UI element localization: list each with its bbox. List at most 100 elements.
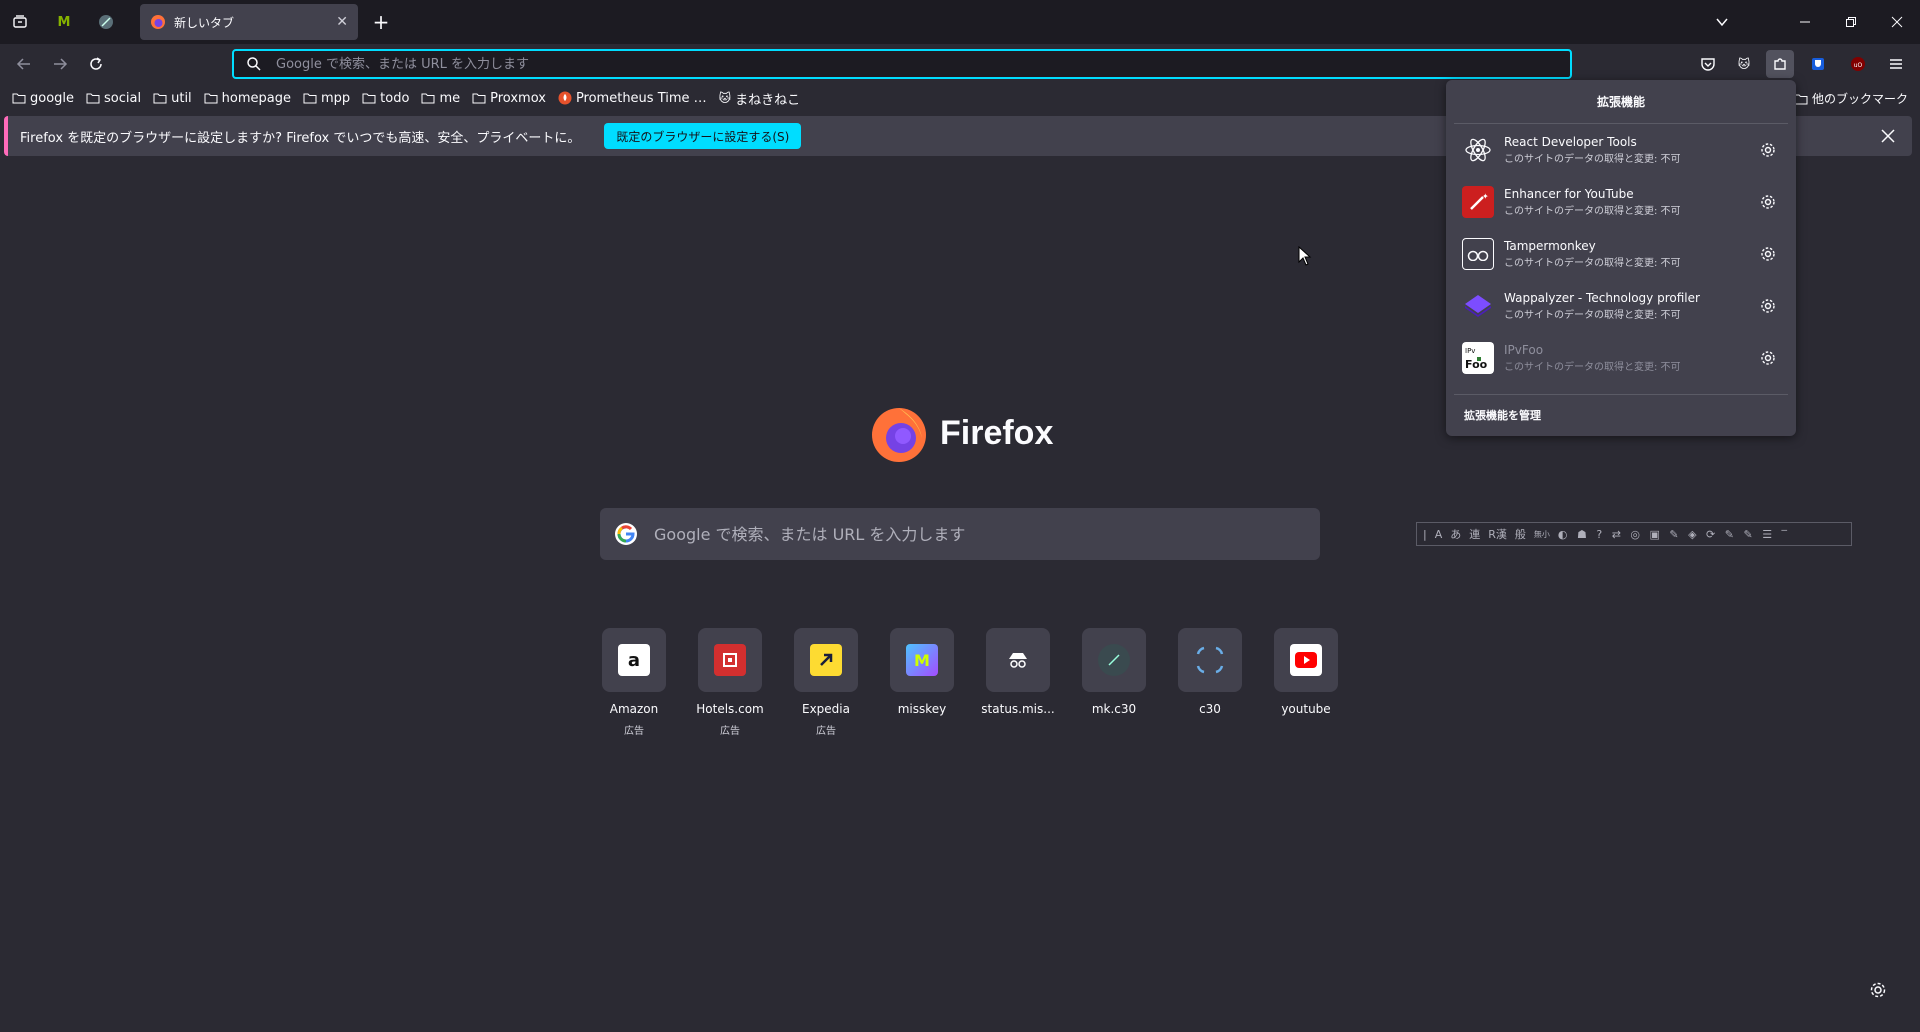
url-input[interactable] — [274, 55, 1474, 73]
close-icon — [1881, 129, 1895, 143]
extension-react-devtools[interactable]: React Developer Tools このサイトのデータの取得と変更: 不可 — [1446, 124, 1796, 176]
list-all-tabs-button[interactable] — [1708, 8, 1736, 36]
folder-icon — [303, 92, 317, 104]
manage-extensions-link[interactable]: 拡張機能を管理 — [1454, 394, 1788, 435]
minimize-button[interactable] — [1782, 0, 1828, 44]
tab-title: 新しいタブ — [174, 15, 235, 30]
pinned-tab-misskey[interactable]: M — [50, 8, 78, 36]
reload-button[interactable] — [82, 50, 110, 78]
logo-text: Firefox — [940, 413, 1054, 452]
svg-text:Foo: Foo — [1465, 358, 1488, 371]
folder-icon — [362, 92, 376, 104]
gear-icon — [1761, 143, 1775, 157]
newtab-search-input[interactable] — [652, 523, 1272, 545]
shortcut-expedia[interactable]: Expedia 広告 — [778, 628, 874, 737]
gear-icon — [1761, 195, 1775, 209]
app-menu-button[interactable] — [1882, 50, 1910, 78]
bookmark-me[interactable]: me — [421, 91, 460, 106]
shield-icon — [1812, 58, 1824, 70]
cat-icon: 🐱 — [1737, 57, 1751, 71]
newtab-search-box[interactable] — [600, 508, 1320, 560]
url-bar[interactable] — [232, 49, 1572, 79]
extension-settings-button[interactable] — [1756, 346, 1780, 370]
bookmark-homepage[interactable]: homepage — [204, 91, 291, 106]
shortcut-c30[interactable]: c30 — [1162, 628, 1258, 734]
shortcut-status-misskey[interactable]: status.mis... — [970, 628, 1066, 734]
minimize-icon — [1800, 21, 1810, 23]
extension-settings-button[interactable] — [1756, 138, 1780, 162]
ublock-button[interactable]: uO — [1844, 50, 1872, 78]
folder-icon — [472, 92, 486, 104]
extension-enhancer-youtube[interactable]: ✦ Enhancer for YouTube このサイトのデータの取得と変更: 不… — [1446, 176, 1796, 228]
frame-icon — [1194, 644, 1226, 676]
gear-icon — [1870, 982, 1886, 998]
react-icon — [1462, 134, 1494, 166]
shortcut-youtube[interactable]: youtube — [1258, 628, 1354, 734]
ime-tool-icons: ◐ ☗ ? ⇄ ◎ ▣ ✎ ◈ ⟳ ✎ ✎ ☰ ‾ — [1557, 527, 1791, 541]
extension-ipvfoo[interactable]: IPv Foo IPvFoo このサイトのデータの取得と変更: 不可 — [1446, 332, 1796, 384]
pocket-button[interactable] — [1694, 50, 1722, 78]
tab-new-tab[interactable]: 新しいタブ ✕ — [140, 4, 358, 40]
back-button[interactable] — [10, 50, 38, 78]
bookmark-manekineko[interactable]: 🐱 まねきねこ — [719, 89, 801, 108]
shortcut-mk-c30[interactable]: mk.c30 — [1066, 628, 1162, 734]
extension-wappalyzer[interactable]: Wappalyzer - Technology profiler このサイトのデー… — [1446, 280, 1796, 332]
extensions-panel-title: 拡張機能 — [1454, 80, 1788, 124]
bookmark-social[interactable]: social — [86, 91, 141, 106]
shortcut-amazon[interactable]: a Amazon 広告 — [586, 628, 682, 737]
hamburger-icon — [1890, 59, 1902, 69]
gear-icon — [1761, 299, 1775, 313]
bookmark-prometheus[interactable]: Prometheus Time … — [558, 91, 707, 106]
close-window-button[interactable] — [1874, 0, 1920, 44]
amazon-icon: a — [618, 644, 650, 676]
new-tab-button[interactable]: + — [367, 8, 395, 36]
pocket-icon — [1701, 58, 1715, 71]
arrow-right-icon — [54, 58, 68, 70]
notification-message: Firefox を既定のブラウザーに設定しますか? Firefox でいつでも高… — [20, 130, 581, 146]
reload-icon — [90, 57, 102, 70]
forward-button[interactable] — [46, 50, 74, 78]
folder-icon — [1794, 93, 1808, 105]
shortcut-misskey[interactable]: M misskey — [874, 628, 970, 734]
svg-text:uO: uO — [1854, 62, 1863, 69]
slash-circle-icon — [99, 15, 113, 29]
folder-icon — [12, 92, 26, 104]
shortcut-hotels[interactable]: Hotels.com 広告 — [682, 628, 778, 737]
misskey-icon: M — [906, 644, 938, 676]
bookmark-util[interactable]: util — [153, 91, 192, 106]
tab-list-icon[interactable] — [6, 8, 34, 36]
other-bookmarks[interactable]: 他のブックマーク — [1794, 90, 1908, 107]
tab-close-icon[interactable]: ✕ — [336, 14, 348, 30]
folder-icon — [86, 92, 100, 104]
extension-settings-button[interactable] — [1756, 294, 1780, 318]
close-icon — [1891, 16, 1903, 28]
google-icon — [615, 523, 637, 545]
ime-toolbar[interactable]: | A あ 連 R漢 般 無小 ◐ ☗ ? ⇄ ◎ ▣ ✎ ◈ ⟳ ✎ ✎ ☰ … — [1416, 522, 1852, 546]
nav-bar: 🐱 uO — [0, 44, 1920, 84]
pinned-tab-c30[interactable] — [92, 8, 120, 36]
expedia-icon — [810, 644, 842, 676]
ipvfoo-icon: IPv Foo — [1462, 342, 1494, 374]
notification-close-button[interactable] — [1874, 122, 1902, 150]
arrow-left-icon — [16, 58, 30, 70]
search-icon — [247, 57, 261, 71]
bitwarden-button[interactable] — [1804, 50, 1832, 78]
firefox-icon — [872, 408, 926, 462]
set-default-button[interactable]: 既定のブラウザーに設定する(S) — [604, 123, 802, 149]
youtube-icon — [1290, 644, 1322, 676]
extensions-button[interactable] — [1766, 50, 1794, 78]
restore-button[interactable] — [1828, 0, 1874, 44]
plus-icon: + — [372, 10, 390, 34]
wappalyzer-icon — [1462, 290, 1494, 322]
prometheus-icon — [558, 91, 572, 105]
bookmark-mpp[interactable]: mpp — [303, 91, 350, 106]
magic-wand-icon: ✦ — [1462, 186, 1494, 218]
extension-tampermonkey[interactable]: Tampermonkey このサイトのデータの取得と変更: 不可 — [1446, 228, 1796, 280]
bookmark-google[interactable]: google — [12, 91, 74, 106]
bookmark-proxmox[interactable]: Proxmox — [472, 91, 546, 106]
personalize-button[interactable] — [1864, 976, 1892, 1004]
extension-settings-button[interactable] — [1756, 190, 1780, 214]
extension-settings-button[interactable] — [1756, 242, 1780, 266]
cat-extension-button[interactable]: 🐱 — [1730, 50, 1758, 78]
bookmark-todo[interactable]: todo — [362, 91, 409, 106]
